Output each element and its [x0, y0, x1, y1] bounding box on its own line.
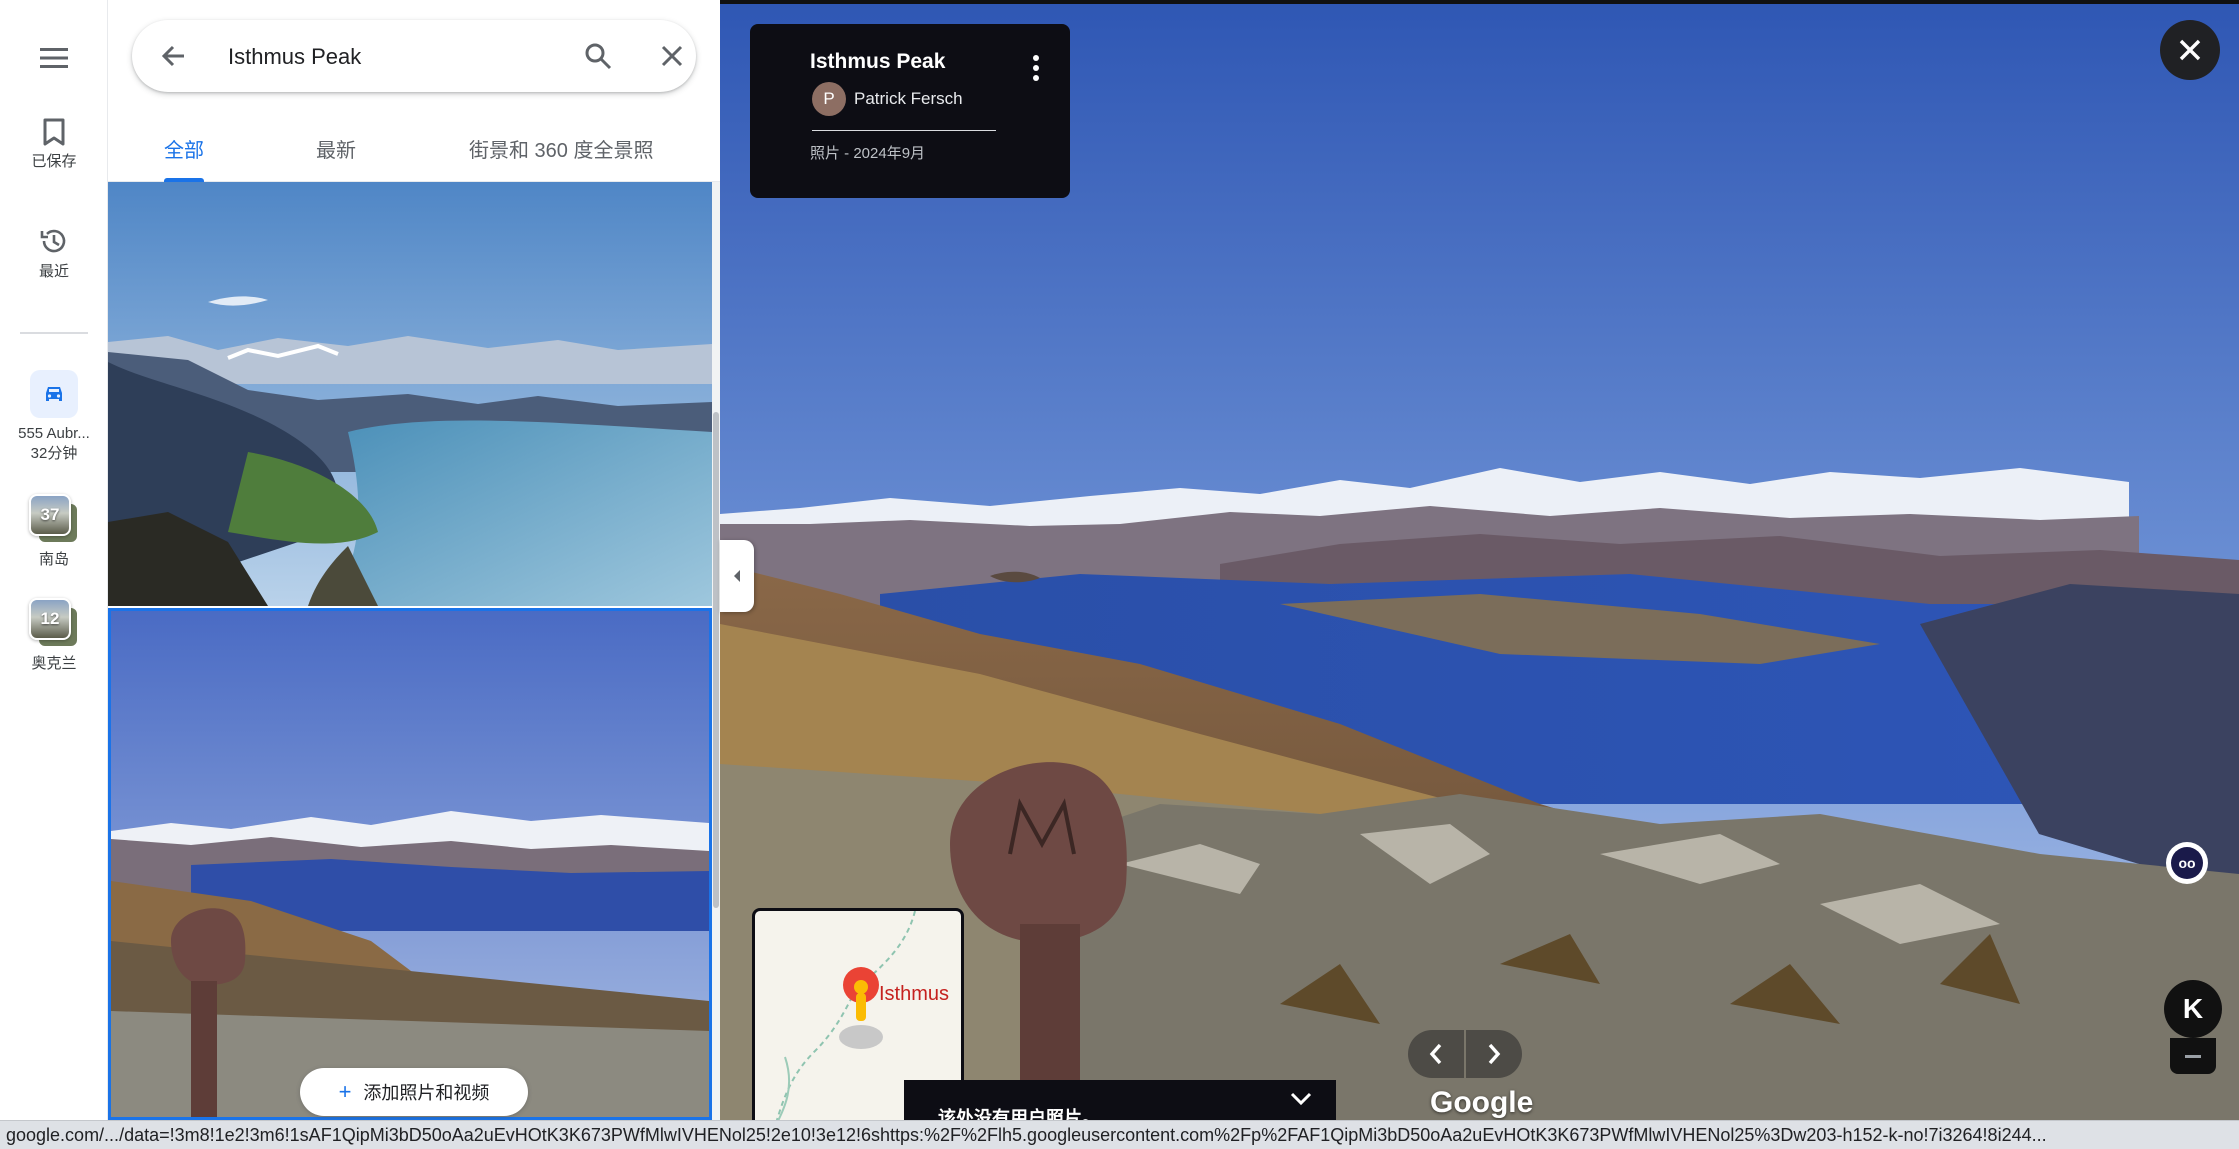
tab-street-view[interactable]: 街景和 360 度全景照 [469, 134, 653, 182]
back-button[interactable] [156, 38, 192, 74]
close-icon [661, 45, 683, 67]
google-logo: Google [1430, 1086, 1534, 1119]
more-options-button[interactable] [1022, 50, 1050, 86]
photo-thumbnail-selected[interactable] [108, 608, 712, 1120]
search-button[interactable] [580, 38, 616, 74]
chevron-left-icon [734, 570, 740, 582]
no-photo-message: 该处没有用户照片。 [938, 1108, 1100, 1120]
list-thumbnail: 37 [29, 494, 79, 544]
list-label: 南岛 [38, 551, 69, 568]
tab-all[interactable]: 全部 [164, 134, 204, 182]
location-pin-icon [839, 967, 883, 1049]
search-input[interactable]: Isthmus Peak [228, 44, 361, 70]
rail-recent-label: 最近 [38, 263, 69, 280]
tab-street-view-label: 街景和 360 度全景照 [469, 140, 654, 162]
close-icon [2179, 39, 2201, 61]
rail-item-list-south-island[interactable]: 37 南岛 [0, 494, 108, 570]
photo-tabs: 全部 最新 街景和 360 度全景照 [108, 120, 720, 182]
clear-search-button[interactable] [654, 38, 690, 74]
chevron-left-icon [1429, 1043, 1442, 1065]
previous-photo-button[interactable] [1408, 1030, 1464, 1078]
route-car-tile [30, 370, 78, 418]
history-icon [40, 229, 66, 253]
tab-all-label: 全部 [164, 140, 204, 162]
minimap-place-label: Isthmus [879, 983, 950, 1005]
search-icon [585, 43, 612, 70]
minus-icon [2185, 1054, 2201, 1058]
list-count: 12 [29, 598, 71, 640]
binoculars-icon: oo [2171, 847, 2203, 879]
extension-button[interactable]: K [2164, 980, 2222, 1038]
car-icon [46, 387, 62, 401]
next-photo-button[interactable] [1466, 1030, 1522, 1078]
rail-saved-label: 已保存 [31, 153, 77, 170]
pegman-button[interactable]: oo [2166, 842, 2208, 884]
tab-latest[interactable]: 最新 [316, 134, 356, 182]
chevron-right-icon [1488, 1043, 1501, 1065]
scrollbar-thumb[interactable] [713, 412, 719, 908]
rail-item-list-auckland[interactable]: 12 奥克兰 [0, 598, 108, 674]
list-thumbnail: 12 [29, 598, 79, 648]
rail-divider [20, 332, 88, 334]
photo-thumbnail[interactable] [108, 182, 712, 606]
chevron-down-icon [1290, 1092, 1312, 1106]
search-box: Isthmus Peak [132, 20, 696, 92]
rail-item-route[interactable]: 555 Aubr... 32分钟 [0, 370, 108, 464]
rail-item-saved[interactable]: 已保存 [0, 118, 108, 172]
zoom-out-button[interactable] [2170, 1038, 2216, 1074]
plus-icon: + [338, 1079, 352, 1104]
route-label: 555 Aubr... [18, 425, 90, 442]
card-divider [812, 130, 996, 131]
avatar: P [812, 82, 846, 116]
collapse-panel-button[interactable] [720, 540, 754, 612]
side-panel: Isthmus Peak 全部 最新 街景和 360 度全景照 + 添加照片和视… [108, 0, 720, 1120]
list-label: 奥克兰 [31, 655, 77, 672]
bookmark-icon [43, 118, 65, 146]
rail-item-recent[interactable]: 最近 [0, 226, 108, 282]
place-title[interactable]: Isthmus Peak [810, 50, 945, 74]
photo-viewer[interactable]: Isthmus Peak P Patrick Fersch 照片 - 2024年… [720, 0, 2239, 1120]
photo-info-card: Isthmus Peak P Patrick Fersch 照片 - 2024年… [750, 24, 1070, 198]
menu-button[interactable] [34, 40, 74, 76]
panel-scrollbar[interactable] [712, 182, 720, 1120]
list-count: 37 [29, 494, 71, 536]
add-photo-button[interactable]: + 添加照片和视频 [300, 1068, 528, 1116]
photo-grid [108, 182, 712, 1120]
route-duration: 32分钟 [30, 445, 78, 462]
add-photo-label: 添加照片和视频 [363, 1083, 490, 1103]
left-rail: 已保存 最近 555 Aubr... 32分钟 37 南岛 12 奥克兰 [0, 0, 108, 1120]
author-name: Patrick Fersch [854, 89, 963, 108]
author-link[interactable]: P Patrick Fersch [812, 82, 963, 116]
photo-date: 照片 - 2024年9月 [810, 145, 926, 162]
arrow-back-icon [161, 45, 184, 67]
link-preview-statusbar: google.com/.../data=!3m8!1e2!3m6!1sAF1Qi… [0, 1120, 2239, 1149]
no-user-photos-banner[interactable]: 该处没有用户照片。 [904, 1080, 1336, 1120]
close-viewer-button[interactable] [2160, 20, 2220, 80]
tab-latest-label: 最新 [316, 140, 356, 162]
hamburger-icon [40, 48, 68, 68]
more-vert-icon [1033, 55, 1039, 61]
